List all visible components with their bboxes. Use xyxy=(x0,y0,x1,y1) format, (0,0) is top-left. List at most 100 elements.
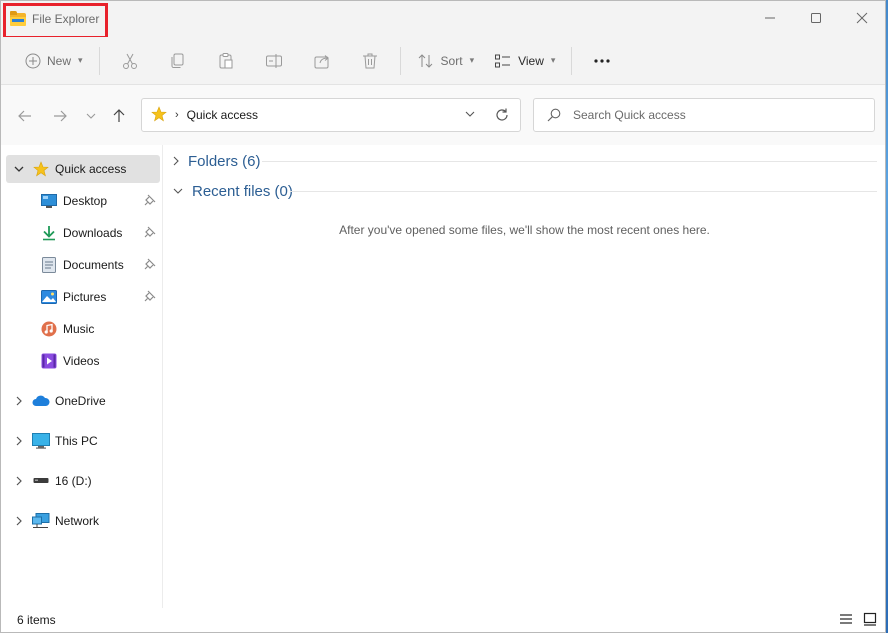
sidebar-item-drive-d[interactable]: 16 (D:) xyxy=(6,467,160,495)
breadcrumb-chevron-icon[interactable]: › xyxy=(175,109,179,121)
sidebar-item-label: Videos xyxy=(63,354,100,368)
pin-icon xyxy=(144,194,156,209)
view-button-label: View xyxy=(518,53,544,68)
sidebar-item-label: Music xyxy=(63,322,95,336)
view-toggle-group xyxy=(839,612,877,629)
minimize-icon xyxy=(765,17,775,19)
annotation-highlight-box xyxy=(3,3,108,39)
sidebar-item-network[interactable]: Network xyxy=(6,507,160,535)
navigation-pane: Quick access Desktop Downloads Documents… xyxy=(1,145,163,608)
maximize-button[interactable] xyxy=(793,1,839,35)
sidebar-item-label: 16 (D:) xyxy=(55,474,92,488)
sidebar-item-onedrive[interactable]: OneDrive xyxy=(6,387,160,415)
delete-button[interactable] xyxy=(346,45,394,77)
see-more-button[interactable] xyxy=(578,45,626,77)
sidebar-item-music[interactable]: Music xyxy=(6,315,160,343)
refresh-button[interactable] xyxy=(494,107,510,126)
chevron-right-icon[interactable] xyxy=(14,516,24,526)
more-options-icon xyxy=(594,58,611,63)
paste-icon xyxy=(219,52,233,68)
chevron-down-icon xyxy=(86,113,96,119)
sidebar-item-videos[interactable]: Videos xyxy=(6,347,160,375)
command-separator xyxy=(98,46,100,75)
sort-button-label: Sort xyxy=(440,53,463,68)
onedrive-icon xyxy=(32,392,50,410)
search-box[interactable] xyxy=(533,98,875,132)
folders-group-header[interactable]: Folders (6) xyxy=(172,150,261,172)
address-history-button[interactable] xyxy=(464,108,476,123)
pin-icon xyxy=(144,226,156,241)
file-explorer-window: File Explorer New ▾ Sort ▾ View ▾ › Quic… xyxy=(0,0,886,633)
chevron-down-icon: ▾ xyxy=(550,55,556,65)
sidebar-item-label: OneDrive xyxy=(55,394,106,408)
recent-locations-button[interactable] xyxy=(79,104,103,128)
music-icon xyxy=(40,320,58,338)
details-view-button[interactable] xyxy=(839,612,853,629)
search-input[interactable] xyxy=(573,108,853,122)
desktop-icon xyxy=(40,192,58,210)
chevron-right-icon[interactable] xyxy=(14,476,24,486)
paste-button[interactable] xyxy=(202,45,250,77)
sidebar-item-desktop[interactable]: Desktop xyxy=(6,187,160,215)
group-divider xyxy=(262,161,877,162)
group-divider xyxy=(290,191,877,192)
pin-icon xyxy=(144,258,156,273)
new-button-label: New xyxy=(47,53,72,68)
sidebar-item-quick-access[interactable]: Quick access xyxy=(6,155,160,183)
sidebar-item-label: This PC xyxy=(55,434,98,448)
recent-files-group-label: Recent files (0) xyxy=(192,182,293,200)
command-separator xyxy=(399,46,401,75)
chevron-down-icon: ▾ xyxy=(469,55,475,65)
up-button[interactable] xyxy=(107,104,131,128)
command-bar: New ▾ Sort ▾ View ▾ xyxy=(1,37,885,85)
new-button[interactable]: New ▾ xyxy=(15,45,93,77)
rename-button[interactable] xyxy=(250,45,298,77)
cut-button[interactable] xyxy=(106,45,154,77)
star-icon xyxy=(151,105,167,125)
refresh-icon xyxy=(496,108,508,121)
tiles-view-button[interactable] xyxy=(863,612,877,629)
maximize-icon xyxy=(811,13,821,23)
close-button[interactable] xyxy=(839,1,885,35)
chevron-down-icon xyxy=(465,111,475,117)
chevron-down-icon xyxy=(173,188,183,194)
sidebar-item-label: Pictures xyxy=(63,290,107,304)
minimize-button[interactable] xyxy=(747,1,793,35)
back-button[interactable] xyxy=(13,104,37,128)
view-button[interactable]: View ▾ xyxy=(484,45,565,77)
share-button[interactable] xyxy=(298,45,346,77)
recent-files-group-header[interactable]: Recent files (0) xyxy=(172,180,293,202)
folders-group-label: Folders (6) xyxy=(188,152,261,170)
copy-icon xyxy=(171,53,184,68)
sidebar-item-label: Quick access xyxy=(55,162,127,176)
videos-icon xyxy=(40,352,58,370)
forward-button[interactable] xyxy=(48,104,72,128)
navigation-bar: › Quick access xyxy=(1,85,885,145)
chevron-right-icon xyxy=(173,156,179,166)
pin-icon xyxy=(144,290,156,305)
status-bar: 6 items xyxy=(1,608,885,632)
copy-button[interactable] xyxy=(154,45,202,77)
sidebar-item-documents[interactable]: Documents xyxy=(6,251,160,279)
arrow-right-icon xyxy=(54,110,67,122)
star-icon xyxy=(32,160,50,178)
address-bar[interactable]: › Quick access xyxy=(141,98,521,132)
this-pc-icon xyxy=(32,432,50,450)
content-pane: Folders (6) Recent files (0) After you'v… xyxy=(164,145,885,608)
chevron-down-icon[interactable] xyxy=(14,165,24,173)
view-list-icon xyxy=(495,54,511,67)
chevron-down-icon: ▾ xyxy=(78,55,83,65)
search-icon xyxy=(547,108,561,122)
sidebar-item-label: Network xyxy=(55,514,100,528)
sort-button[interactable]: Sort ▾ xyxy=(407,45,485,77)
empty-state-message: After you've opened some files, we'll sh… xyxy=(339,223,710,237)
sidebar-item-pictures[interactable]: Pictures xyxy=(6,283,160,311)
documents-icon xyxy=(40,256,58,274)
chevron-right-icon[interactable] xyxy=(14,436,24,446)
sidebar-item-this-pc[interactable]: This PC xyxy=(6,427,160,455)
sidebar-item-downloads[interactable]: Downloads xyxy=(6,219,160,247)
chevron-right-icon[interactable] xyxy=(14,396,24,406)
arrow-up-icon xyxy=(113,109,125,122)
address-path[interactable]: Quick access xyxy=(187,108,258,122)
sidebar-item-label: Downloads xyxy=(63,226,123,240)
